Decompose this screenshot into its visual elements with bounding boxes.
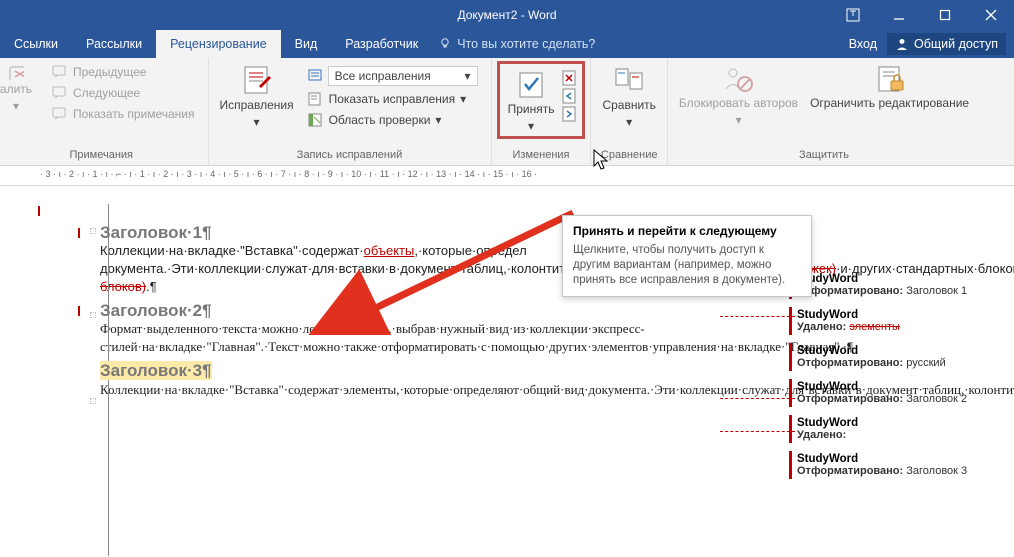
group-label-tracking: Запись исправлений	[214, 147, 486, 165]
heading-2[interactable]: Заголовок·2¶	[100, 302, 770, 320]
revision-balloon[interactable]: StudyWordОтформатировано: русский	[789, 343, 1014, 371]
markup-pane: StudyWordОтформатировано: Заголовок 1 St…	[789, 271, 1014, 487]
tab-mailings[interactable]: Рассылки	[72, 30, 156, 58]
minimize-icon[interactable]	[876, 0, 922, 30]
block-authors-icon	[723, 64, 753, 94]
accept-highlight-box: Принять ▾	[497, 61, 586, 139]
accept-tooltip: Принять и перейти к следующему Щелкните,…	[562, 215, 812, 297]
chevron-down-icon: ▾	[13, 99, 19, 113]
revision-balloon[interactable]: StudyWordОтформатировано: Заголовок 3	[789, 451, 1014, 479]
comment-show-icon	[52, 106, 68, 122]
heading-3-wrap[interactable]: Заголовок·3¶	[100, 362, 770, 381]
connector-line	[720, 431, 795, 432]
tooltip-body: Щелкните, чтобы получить доступ к другим…	[573, 243, 801, 288]
ribbon: алить ▾ Предыдущее Следующее Показать пр…	[0, 58, 1014, 166]
next-change-icon[interactable]	[562, 106, 578, 122]
lightbulb-icon	[438, 37, 452, 51]
revision-balloon[interactable]: StudyWordУдалено:	[789, 415, 1014, 443]
paragraph-mark	[90, 228, 96, 234]
restrict-editing-button[interactable]: Ограничить редактирование	[804, 61, 975, 110]
display-icon	[308, 68, 324, 84]
chevron-down-icon: ▾	[735, 113, 741, 127]
ribbon-tabs: Ссылки Рассылки Рецензирование Вид Разра…	[0, 30, 1014, 58]
accept-icon	[516, 70, 546, 100]
share-button[interactable]: Общий доступ	[887, 33, 1006, 55]
person-icon	[895, 37, 909, 51]
paragraph-mark	[90, 398, 96, 404]
tooltip-title: Принять и перейти к следующему	[573, 224, 801, 238]
show-markup-button[interactable]: Показать исправления▾	[304, 90, 482, 108]
show-comments-button: Показать примечания	[48, 105, 199, 123]
chevron-down-icon: ▾	[254, 115, 260, 129]
accept-button[interactable]: Принять ▾	[502, 67, 561, 133]
comment-next-icon	[52, 85, 68, 101]
block-authors-button: Блокировать авторов ▾	[673, 61, 804, 127]
chevron-down-icon: ▾	[465, 69, 471, 83]
group-label-protect: Защитить	[673, 147, 975, 165]
connector-line	[720, 316, 795, 317]
prev-comment-button: Предыдущее	[48, 63, 199, 81]
markup-icon	[308, 91, 324, 107]
delete-comment-button: алить ▾	[0, 61, 44, 113]
tab-developer[interactable]: Разработчик	[331, 30, 432, 58]
heading-3: Заголовок·3¶	[100, 361, 212, 380]
tell-me-search[interactable]: Что вы хотите сделать?	[438, 37, 595, 51]
tab-references[interactable]: Ссылки	[0, 30, 72, 58]
compare-icon	[613, 64, 645, 96]
revision-balloon[interactable]: StudyWordУдалено: элементы	[789, 307, 1014, 335]
close-icon[interactable]	[968, 0, 1014, 30]
reject-icon[interactable]	[562, 70, 578, 86]
paragraph-2[interactable]: Формат·выделенного·текста·можно·легко·из…	[100, 320, 770, 356]
prev-change-icon[interactable]	[562, 88, 578, 104]
display-for-review-dropdown[interactable]: Все исправления▾	[328, 66, 478, 86]
title-bar: Документ2 - Word	[0, 0, 1014, 30]
revision-balloon[interactable]: StudyWordОтформатировано: Заголовок 1	[789, 271, 1014, 299]
chevron-down-icon: ▾	[460, 92, 466, 106]
ribbon-options-icon[interactable]	[830, 0, 876, 30]
inserted-text: объекты	[364, 243, 415, 258]
compare-button[interactable]: Сравнить ▾	[596, 61, 661, 129]
chevron-down-icon: ▾	[626, 115, 632, 129]
group-label-changes: Изменения	[497, 147, 586, 165]
revision-balloon[interactable]: StudyWordОтформатировано: Заголовок 2	[789, 379, 1014, 407]
document-area: Заголовок·1¶ Коллекции·на·вкладке·"Встав…	[0, 186, 1014, 556]
track-changes-icon	[241, 64, 273, 96]
paragraph-3[interactable]: Коллекции·на·вкладке·"Вставка"·содержат·…	[100, 381, 770, 399]
tab-view[interactable]: Вид	[281, 30, 332, 58]
comment-delete-icon	[8, 64, 24, 80]
sign-in-link[interactable]: Вход	[849, 37, 877, 51]
margin-line	[108, 204, 109, 556]
chevron-down-icon: ▾	[528, 119, 534, 133]
group-label-comments: Примечания	[0, 147, 203, 165]
maximize-icon[interactable]	[922, 0, 968, 30]
paragraph-mark	[90, 312, 96, 318]
tab-review[interactable]: Рецензирование	[156, 30, 281, 58]
group-label-compare: Сравнение	[596, 147, 661, 165]
track-changes-button[interactable]: Исправления ▾	[214, 61, 300, 129]
restrict-icon	[875, 64, 905, 94]
comment-prev-icon	[52, 64, 68, 80]
horizontal-ruler[interactable]: · 3 · ı · 2 · ı · 1 · ı · ⌐ · ı · 1 · ı …	[0, 166, 1014, 186]
window-title: Документ2 - Word	[457, 8, 556, 22]
chevron-down-icon: ▾	[435, 113, 441, 127]
reviewing-pane-button[interactable]: Область проверки▾	[304, 111, 482, 129]
pane-icon	[308, 112, 324, 128]
next-comment-button: Следующее	[48, 84, 199, 102]
connector-line	[720, 398, 795, 399]
